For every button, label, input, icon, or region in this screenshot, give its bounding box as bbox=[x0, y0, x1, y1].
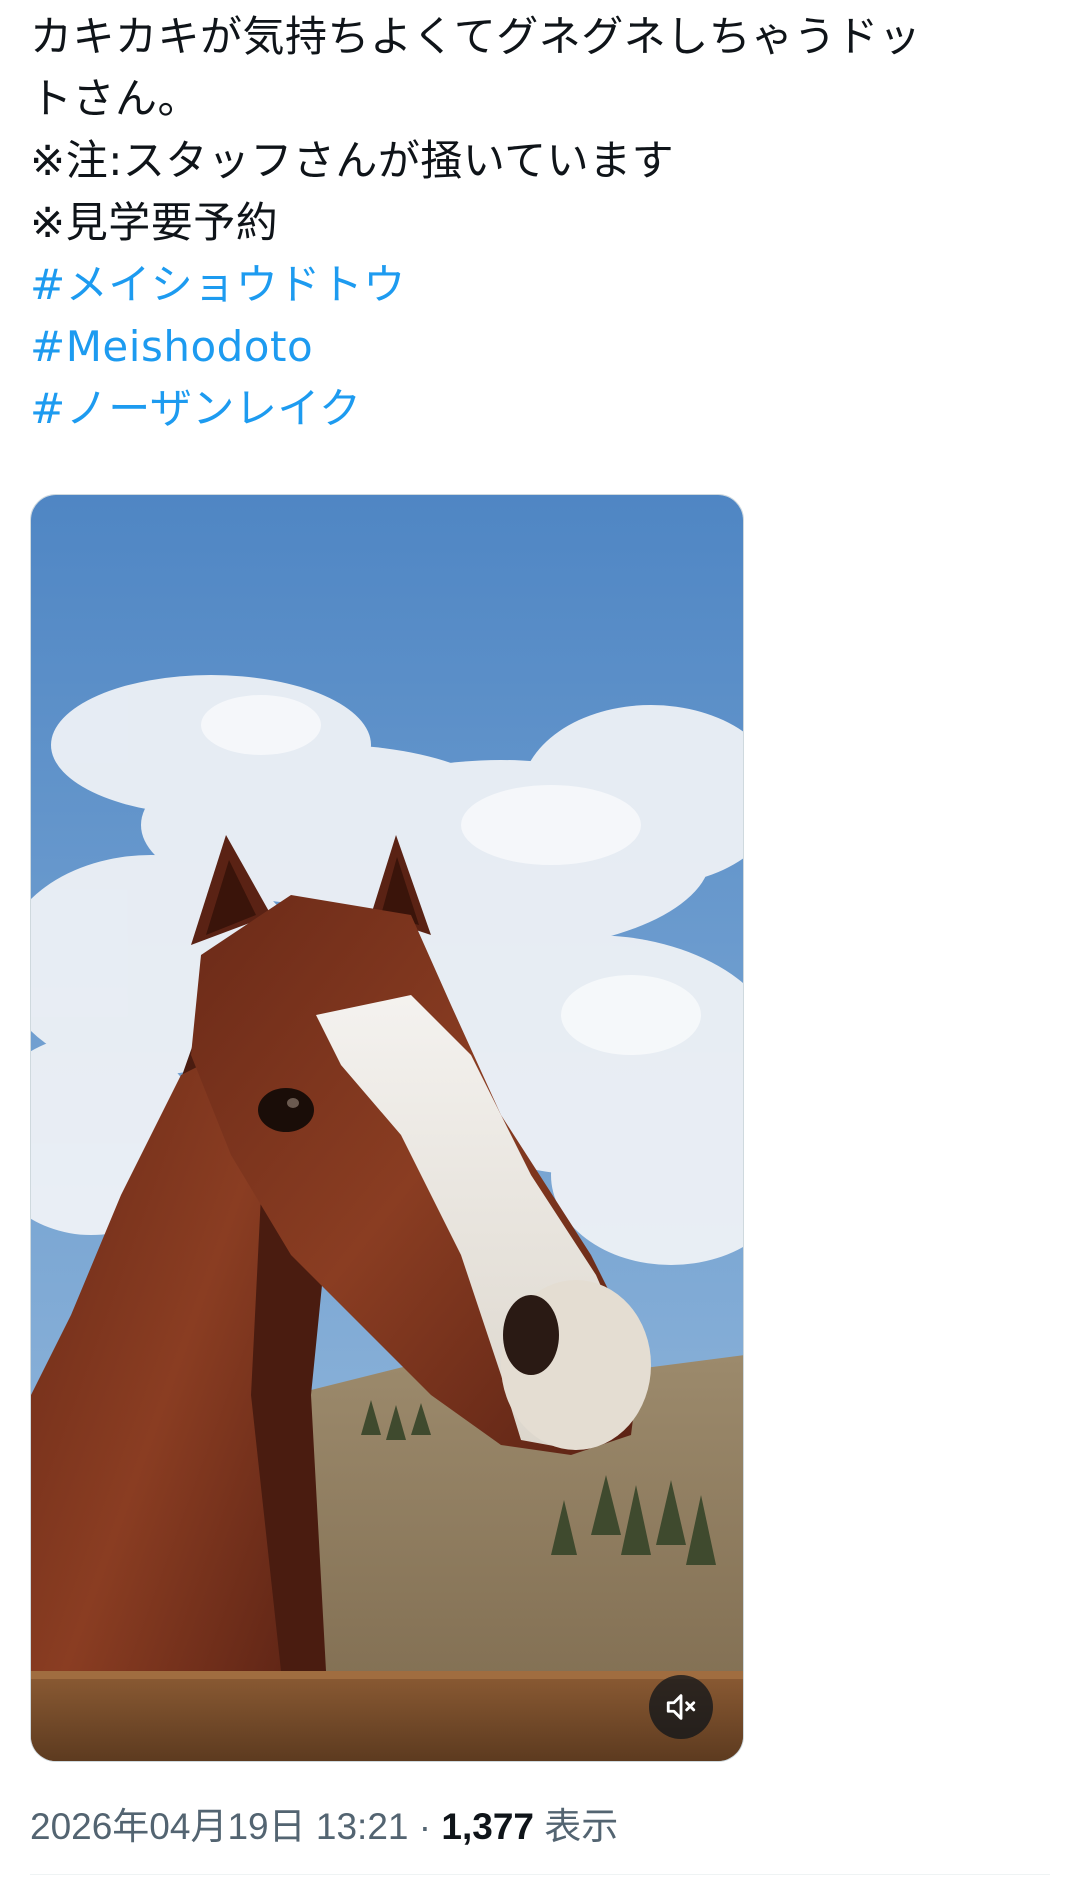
tweet-text-line: トさん。 bbox=[30, 74, 201, 123]
views-label: 表示 bbox=[544, 1806, 619, 1847]
meta-separator: · bbox=[418, 1806, 432, 1847]
hashtag-link[interactable]: #メイショウドトウ bbox=[30, 254, 1040, 316]
hashtag-link[interactable]: #ノーザンレイク bbox=[30, 378, 1040, 440]
mute-button[interactable] bbox=[649, 1675, 713, 1739]
speaker-muted-icon bbox=[664, 1690, 698, 1724]
tweet-timestamp[interactable]: 2026年04月19日 13:21 bbox=[30, 1806, 409, 1847]
tweet-text-line: ※見学要予約 bbox=[30, 198, 279, 247]
video-player[interactable] bbox=[30, 494, 744, 1762]
tweet-text-line: カキカキが気持ちよくてグネグネしちゃうドッ bbox=[30, 12, 922, 61]
divider bbox=[30, 1874, 1050, 1875]
views-count: 1,377 bbox=[441, 1806, 534, 1847]
video-frame bbox=[31, 495, 743, 1761]
tweet-meta: 2026年04月19日 13:21 · 1,377 表示 bbox=[30, 1796, 618, 1850]
tweet-text-line: ※注:スタッフさんが掻いています bbox=[30, 136, 675, 185]
tweet-text: カキカキが気持ちよくてグネグネしちゃうドッ トさん。 ※注:スタッフさんが掻いて… bbox=[30, 6, 1040, 440]
hashtag-link[interactable]: #Meishodoto bbox=[30, 316, 1040, 378]
